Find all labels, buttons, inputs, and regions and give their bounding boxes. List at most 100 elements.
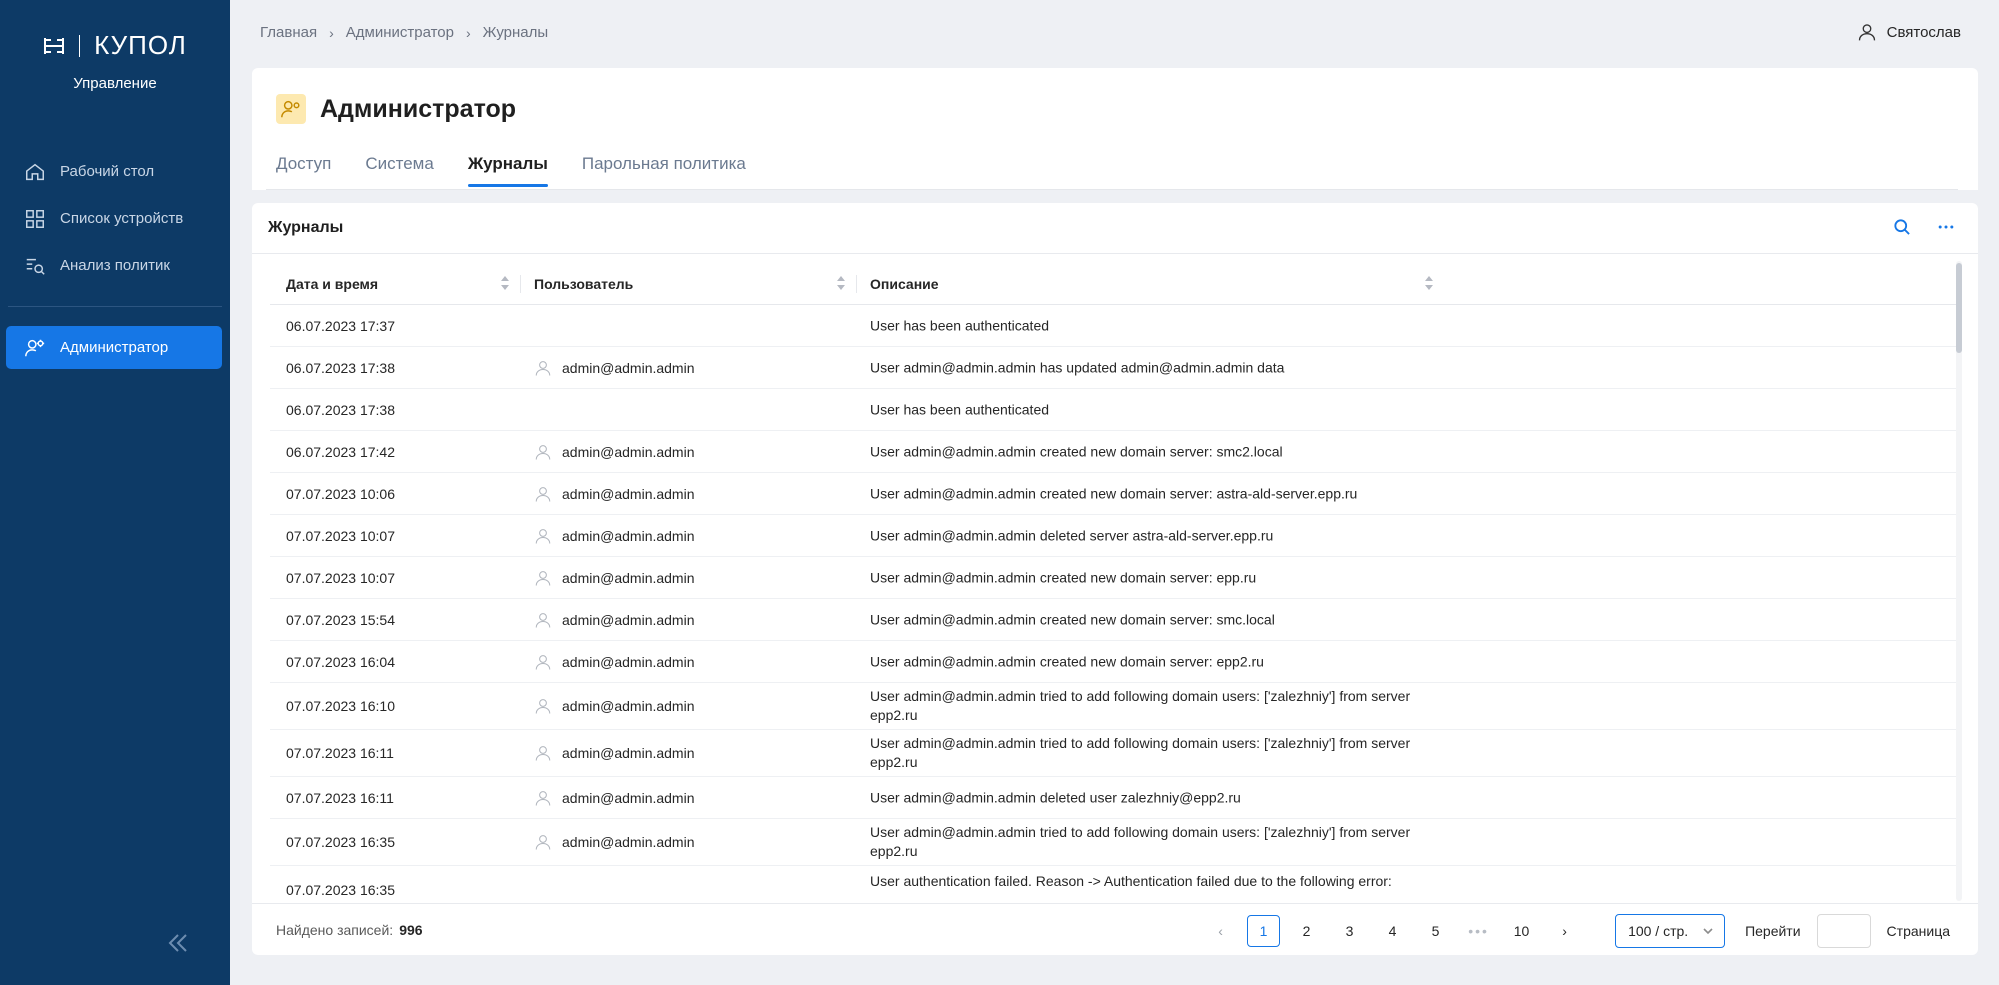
table-row[interactable]: 06.07.2023 17:38 admin@admin.admin User ad… bbox=[270, 347, 1958, 389]
table-body: 06.07.2023 17:37 User has been authentica… bbox=[270, 305, 1958, 901]
collapse-sidebar-button[interactable] bbox=[165, 930, 191, 956]
cell-user: admin@admin.admin bbox=[534, 485, 695, 503]
column-header-user[interactable]: Пользователь bbox=[534, 276, 633, 292]
cell-description: User admin@admin.admin tried to add foll… bbox=[870, 824, 1411, 859]
sort-icon[interactable] bbox=[836, 275, 846, 291]
cell-user-text: admin@admin.admin bbox=[562, 789, 695, 806]
more-icon[interactable] bbox=[1936, 217, 1956, 237]
cell-user-text: admin@admin.admin bbox=[562, 359, 695, 376]
column-header-description[interactable]: Описание bbox=[870, 276, 939, 292]
cell-description: User admin@admin.admin created new domai… bbox=[870, 653, 1264, 669]
cell-user-text: admin@admin.admin bbox=[562, 653, 695, 670]
cell-date: 06.07.2023 17:37 bbox=[286, 317, 395, 334]
cell-date: 06.07.2023 17:38 bbox=[286, 401, 395, 418]
user-icon bbox=[534, 653, 552, 671]
tab-access[interactable]: Доступ bbox=[276, 154, 331, 184]
page-button[interactable]: 4 bbox=[1376, 915, 1409, 947]
cell-user: admin@admin.admin bbox=[534, 653, 695, 671]
table-row[interactable]: 06.07.2023 17:38 User has been authentica… bbox=[270, 389, 1958, 431]
search-icon[interactable] bbox=[1892, 217, 1912, 237]
sidebar-item-dashboard[interactable]: Рабочий стол bbox=[0, 148, 230, 195]
user-icon bbox=[534, 527, 552, 545]
sidebar-item-label: Рабочий стол bbox=[60, 163, 155, 180]
page-button[interactable]: 10 bbox=[1505, 915, 1538, 947]
cell-user: admin@admin.admin bbox=[534, 443, 695, 461]
tab-journals[interactable]: Журналы bbox=[467, 154, 548, 187]
sidebar: КУПОЛ Управление Рабочий стол Список уст… bbox=[0, 0, 230, 985]
records-found-label: Найдено записей: bbox=[276, 922, 394, 938]
cell-date: 07.07.2023 16:35 bbox=[286, 882, 395, 898]
cell-user: admin@admin.admin bbox=[534, 789, 695, 807]
table-row[interactable]: 06.07.2023 17:42 admin@admin.admin User ad… bbox=[270, 431, 1958, 473]
cell-description: User admin@admin.admin created new domai… bbox=[870, 611, 1275, 627]
sidebar-item-label: Список устройств bbox=[60, 210, 184, 227]
cell-user-text: admin@admin.admin bbox=[562, 569, 695, 586]
cell-date: 07.07.2023 15:54 bbox=[286, 611, 395, 628]
cell-user-text: admin@admin.admin bbox=[562, 527, 695, 544]
goto-page-input[interactable] bbox=[1816, 914, 1871, 948]
cell-description: User admin@admin.admin created new domai… bbox=[870, 443, 1283, 459]
table-footer: Найдено записей: 996 ‹ 1 2 3 4 5 ••• 10 ›… bbox=[252, 903, 1978, 955]
tab-system[interactable]: Система bbox=[365, 154, 433, 184]
table-row[interactable]: 07.07.2023 16:10 admin@admin.admin User ad… bbox=[270, 683, 1958, 730]
breadcrumb-home[interactable]: Главная bbox=[260, 24, 317, 41]
journal-panel: Журналы Дата и время Пользователь Описан… bbox=[252, 203, 1978, 955]
chevron-right-icon: › bbox=[466, 24, 471, 41]
cell-date: 07.07.2023 10:07 bbox=[286, 569, 395, 586]
table-row[interactable]: 07.07.2023 16:11 admin@admin.admin User ad… bbox=[270, 730, 1958, 777]
logo: КУПОЛ Управление bbox=[0, 30, 230, 92]
prev-page-button[interactable]: ‹ bbox=[1204, 915, 1237, 947]
logo-mark-icon bbox=[44, 37, 65, 54]
sidebar-item-administrator[interactable]: Администратор bbox=[6, 326, 222, 369]
page-button[interactable]: 2 bbox=[1290, 915, 1323, 947]
page-button[interactable]: 3 bbox=[1333, 915, 1366, 947]
table-row[interactable]: 06.07.2023 17:37 User has been authentica… bbox=[270, 305, 1958, 347]
page-size-select[interactable]: 100 / стр. bbox=[1615, 914, 1726, 948]
cell-user-text: admin@admin.admin bbox=[562, 698, 695, 714]
page-ellipsis[interactable]: ••• bbox=[1462, 915, 1495, 947]
table-row[interactable]: 07.07.2023 16:35 admin@admin.admin User ad… bbox=[270, 819, 1958, 866]
table-row[interactable]: 07.07.2023 16:11 admin@admin.admin User ad… bbox=[270, 777, 1958, 819]
cell-description: User admin@admin.admin created new domai… bbox=[870, 569, 1257, 585]
user-menu[interactable]: Святослав bbox=[1857, 22, 1961, 42]
table-row[interactable]: 07.07.2023 10:06 admin@admin.admin User ad… bbox=[270, 473, 1958, 515]
user-icon bbox=[534, 485, 552, 503]
page-button[interactable]: 1 bbox=[1247, 915, 1281, 947]
breadcrumb-journals: Журналы bbox=[482, 24, 549, 41]
table-row[interactable]: 07.07.2023 16:04 admin@admin.admin User ad… bbox=[270, 641, 1958, 683]
cell-description: User admin@admin.admin has updated admin… bbox=[870, 359, 1285, 375]
sidebar-item-label: Анализ политик bbox=[60, 257, 170, 274]
table-scrollbar[interactable] bbox=[1956, 261, 1962, 901]
cell-description: User admin@admin.admin deleted user zale… bbox=[870, 789, 1241, 805]
cell-date: 07.07.2023 10:07 bbox=[286, 527, 395, 544]
cell-date: 07.07.2023 10:06 bbox=[286, 485, 395, 502]
cell-user: admin@admin.admin bbox=[534, 611, 695, 629]
user-icon bbox=[534, 697, 552, 715]
sidebar-item-devices[interactable]: Список устройств bbox=[0, 195, 230, 242]
table-row[interactable]: 07.07.2023 15:54 admin@admin.admin User ad… bbox=[270, 599, 1958, 641]
page-button[interactable]: 5 bbox=[1419, 915, 1452, 947]
table-row[interactable]: 07.07.2023 10:07 admin@admin.admin User ad… bbox=[270, 515, 1958, 557]
logo-text: КУПОЛ bbox=[94, 30, 187, 60]
cell-user-text: admin@admin.admin bbox=[562, 443, 695, 460]
page-header: Администратор Доступ Система Журналы Пар… bbox=[252, 68, 1978, 190]
sidebar-nav: Рабочий стол Список устройств Анализ пол… bbox=[0, 148, 230, 289]
sort-icon[interactable] bbox=[500, 275, 510, 291]
tab-password-policy[interactable]: Парольная политика bbox=[582, 154, 746, 184]
breadcrumb-admin[interactable]: Администратор bbox=[346, 24, 454, 41]
cell-description: User admin@admin.admin created new domai… bbox=[870, 485, 1358, 501]
table-row[interactable]: 07.07.2023 10:07 admin@admin.admin User ad… bbox=[270, 557, 1958, 599]
journal-table: Дата и время Пользователь Описание 06.07… bbox=[270, 261, 1958, 901]
cell-description: User admin@admin.admin tried to add foll… bbox=[870, 735, 1411, 770]
cell-user-text: admin@admin.admin bbox=[562, 745, 695, 761]
cell-date: 07.07.2023 16:11 bbox=[286, 789, 394, 806]
panel-title: Журналы bbox=[268, 219, 344, 236]
list-search-icon bbox=[26, 258, 45, 275]
sort-icon[interactable] bbox=[1424, 275, 1434, 291]
next-page-button[interactable]: › bbox=[1548, 915, 1581, 947]
column-header-date[interactable]: Дата и время bbox=[286, 276, 378, 292]
sidebar-item-policy-analysis[interactable]: Анализ политик bbox=[0, 242, 230, 289]
cell-user: admin@admin.admin bbox=[534, 697, 695, 715]
scrollbar-thumb[interactable] bbox=[1956, 263, 1962, 353]
table-row[interactable]: 07.07.2023 16:35 User authentication fail… bbox=[270, 866, 1958, 901]
